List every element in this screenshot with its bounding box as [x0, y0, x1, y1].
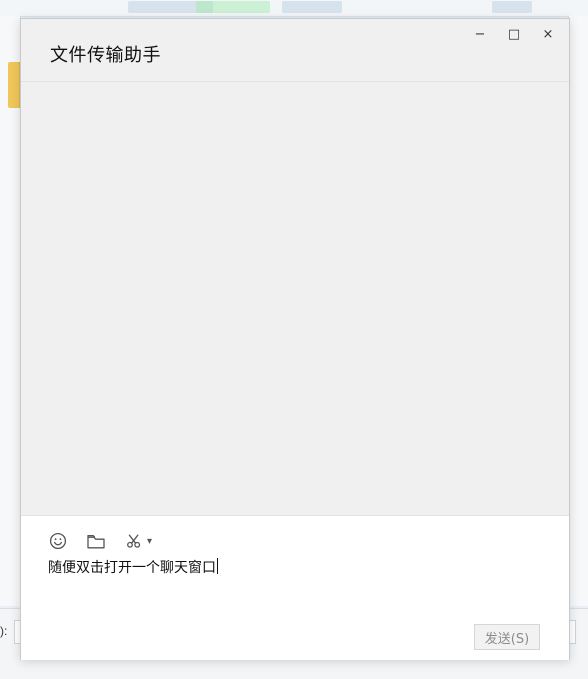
composer-toolbar: ▾ [47, 530, 152, 552]
close-button[interactable]: × [535, 25, 561, 43]
background-topbar-blur [282, 1, 342, 13]
message-composer: ▾ 随便双击打开一个聊天窗口 发送(S) [21, 515, 569, 660]
screenshot-tool[interactable]: ▾ [123, 530, 152, 552]
chat-history[interactable] [21, 82, 569, 515]
chat-title: 文件传输助手 [50, 45, 161, 66]
maximize-button[interactable]: □ [501, 25, 527, 43]
emoji-icon[interactable] [47, 530, 69, 552]
text-cursor [217, 558, 218, 574]
chat-titlebar[interactable]: 文件传输助手 − □ × [21, 19, 569, 82]
send-button[interactable]: 发送(S) [474, 624, 540, 650]
scissors-icon[interactable] [123, 530, 145, 552]
message-text: 随便双击打开一个聊天窗口 [48, 560, 216, 576]
chevron-down-icon[interactable]: ▾ [147, 537, 152, 547]
background-topbar-blur [492, 1, 532, 13]
background-topbar-blur [196, 1, 270, 13]
window-controls: − □ × [467, 25, 561, 43]
minimize-button[interactable]: − [467, 25, 493, 43]
chat-window: 文件传输助手 − □ × ▾ 随便双击打开一个聊天窗口 发送(S) [20, 18, 570, 660]
background-topbar [0, 0, 588, 17]
message-input[interactable]: 随便双击打开一个聊天窗口 [48, 556, 218, 577]
background-right-strip [568, 16, 588, 606]
folder-icon[interactable] [85, 530, 107, 552]
background-bottom-label: ): [0, 624, 8, 638]
